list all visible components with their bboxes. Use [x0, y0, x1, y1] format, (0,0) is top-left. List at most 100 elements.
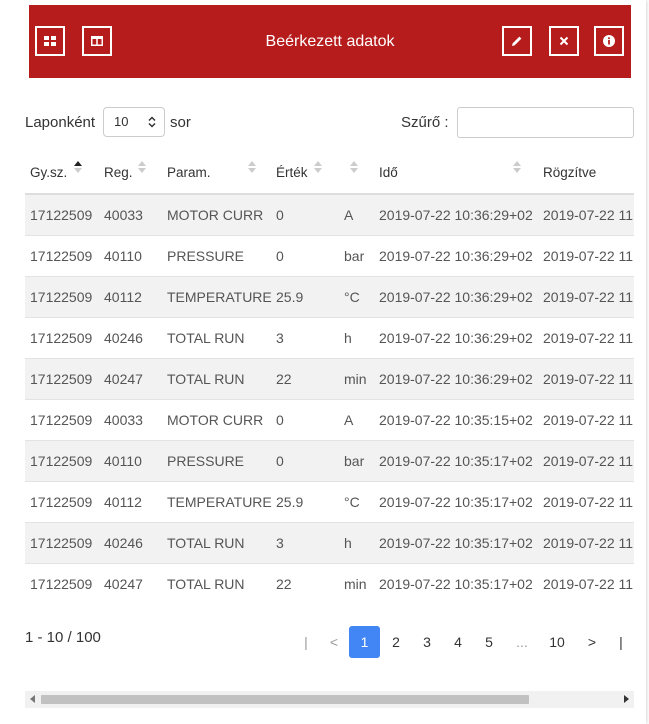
info-icon: [603, 35, 615, 47]
sort-icon: [314, 161, 322, 173]
cell-param: TOTAL RUN: [167, 563, 276, 595]
cell-param: MOTOR CURR: [167, 193, 276, 236]
cell-value: 0: [276, 235, 344, 277]
cell-param: TOTAL RUN: [167, 317, 276, 359]
scrollbar-thumb[interactable]: [41, 695, 529, 704]
table-row[interactable]: 17122509 40112 TEMPERATURE 25.9 °C 2019-07-22…: [25, 481, 634, 523]
pagination-page-1[interactable]: 1: [349, 626, 380, 658]
cell-time: 2019-07-22 10:35:17+02: [379, 481, 543, 523]
cell-time: 2019-07-22 10:35:17+02: [379, 440, 543, 482]
cell-value: 25.9: [276, 481, 344, 523]
table-row[interactable]: 17122509 40110 PRESSURE 0 bar 2019-07-22 10:3…: [25, 235, 634, 277]
cell-time: 2019-07-22 10:36:29+02: [379, 317, 543, 359]
cell-param: TOTAL RUN: [167, 522, 276, 564]
cell-recorded: 2019-07-22 11: [543, 399, 634, 441]
scroll-left-icon[interactable]: [30, 695, 36, 703]
cell-unit: min: [344, 563, 379, 595]
cell-value: 22: [276, 563, 344, 595]
sort-asc-icon: [74, 161, 82, 173]
pencil-icon: [512, 36, 522, 46]
column-header-recorded[interactable]: Rögzítve: [543, 152, 634, 195]
column-header-time[interactable]: Idő: [379, 152, 543, 195]
column-header-register[interactable]: Reg.: [104, 152, 167, 195]
cell-unit: A: [344, 193, 379, 236]
pagination-first[interactable]: |: [300, 626, 312, 658]
cell-serial: 17122509: [25, 235, 104, 277]
cell-value: 3: [276, 317, 344, 359]
table-row[interactable]: 17122509 40246 TOTAL RUN 3 h 2019-07-22 10:35…: [25, 522, 634, 564]
cell-recorded: 2019-07-22 11: [543, 358, 634, 400]
cell-unit: °C: [344, 276, 379, 318]
table-header-row: Gy.sz. Reg. Param. Érték Idő Rögzítve: [25, 152, 634, 195]
pagination-last[interactable]: |: [615, 626, 627, 658]
column-header-serial[interactable]: Gy.sz.: [25, 152, 104, 195]
cell-recorded: 2019-07-22 11: [543, 440, 634, 482]
filter-label: Szűrő :: [401, 114, 449, 131]
cell-register: 40112: [104, 276, 167, 318]
cell-value: 25.9: [276, 276, 344, 318]
cell-register: 40110: [104, 235, 167, 277]
close-icon: [559, 36, 569, 46]
edit-button[interactable]: [502, 26, 532, 56]
cell-time: 2019-07-22 10:36:29+02: [379, 358, 543, 400]
cell-register: 40110: [104, 440, 167, 482]
cell-value: 0: [276, 193, 344, 236]
column-header-unit[interactable]: [344, 152, 379, 195]
pagination-page-4[interactable]: 4: [448, 626, 468, 658]
sort-icon: [350, 161, 358, 173]
pagination-page-10[interactable]: 10: [545, 626, 569, 658]
cell-serial: 17122509: [25, 481, 104, 523]
table-row[interactable]: 17122509 40033 MOTOR CURR 0 A 2019-07-22 10:3…: [25, 399, 634, 441]
table-row[interactable]: 17122509 40247 TOTAL RUN 22 min 2019-07-22 10…: [25, 358, 634, 400]
table-body: 17122509 40033 MOTOR CURR 0 A 2019-07-22 10:3…: [25, 193, 634, 595]
cell-time: 2019-07-22 10:35:17+02: [379, 522, 543, 564]
per-page-label: Laponként: [25, 114, 96, 131]
cell-serial: 17122509: [25, 193, 104, 236]
pagination-page-5[interactable]: 5: [479, 626, 499, 658]
table-row[interactable]: 17122509 40110 PRESSURE 0 bar 2019-07-22 10:3…: [25, 440, 634, 482]
cell-time: 2019-07-22 10:36:29+02: [379, 193, 543, 236]
pagination-page-2[interactable]: 2: [386, 626, 406, 658]
pagination-prev[interactable]: <: [327, 626, 341, 658]
pagination-next[interactable]: >: [585, 626, 599, 658]
cell-unit: °C: [344, 481, 379, 523]
cell-register: 40247: [104, 563, 167, 595]
panel-title: Beérkezett adatok: [265, 33, 395, 50]
cell-register: 40112: [104, 481, 167, 523]
cell-serial: 17122509: [25, 440, 104, 482]
table-row[interactable]: 17122509 40112 TEMPERATURE 25.9 °C 2019-07-22…: [25, 276, 634, 318]
cell-recorded: 2019-07-22 11: [543, 235, 634, 277]
pagination-page-3[interactable]: 3: [417, 626, 437, 658]
column-header-param[interactable]: Param.: [167, 152, 276, 195]
rows-label: sor: [170, 114, 191, 131]
cell-value: 0: [276, 440, 344, 482]
horizontal-scrollbar[interactable]: [25, 691, 634, 708]
cell-param: TEMPERATURE: [167, 276, 276, 318]
filter-input[interactable]: [457, 107, 634, 138]
cell-time: 2019-07-22 10:35:17+02: [379, 563, 543, 595]
cell-recorded: 2019-07-22 11: [543, 276, 634, 318]
cell-value: 3: [276, 522, 344, 564]
cell-recorded: 2019-07-22 11: [543, 317, 634, 359]
cell-unit: bar: [344, 440, 379, 482]
cell-register: 40246: [104, 317, 167, 359]
cell-time: 2019-07-22 10:35:15+02: [379, 399, 543, 441]
sort-icon: [513, 161, 521, 173]
cell-param: MOTOR CURR: [167, 399, 276, 441]
table-row[interactable]: 17122509 40246 TOTAL RUN 3 h 2019-07-22 10:36…: [25, 317, 634, 359]
column-header-value[interactable]: Érték: [276, 152, 344, 195]
cell-unit: min: [344, 358, 379, 400]
scroll-right-icon[interactable]: [623, 695, 629, 703]
data-table: Gy.sz. Reg. Param. Érték Idő Rögzítve 17…: [25, 152, 634, 595]
cell-param: PRESSURE: [167, 235, 276, 277]
info-button[interactable]: [594, 26, 624, 56]
close-button[interactable]: [549, 26, 579, 56]
cell-register: 40033: [104, 399, 167, 441]
select-arrows-icon: [148, 116, 156, 128]
per-page-select[interactable]: 10: [103, 107, 165, 137]
table-row[interactable]: 17122509 40247 TOTAL RUN 22 min 2019-07-22 10…: [25, 563, 634, 595]
per-page-value: 10: [114, 114, 129, 129]
data-table-wrapper: Gy.sz. Reg. Param. Érték Idő Rögzítve 17…: [25, 152, 634, 595]
table-row[interactable]: 17122509 40033 MOTOR CURR 0 A 2019-07-22 10:3…: [25, 193, 634, 236]
cell-serial: 17122509: [25, 317, 104, 359]
